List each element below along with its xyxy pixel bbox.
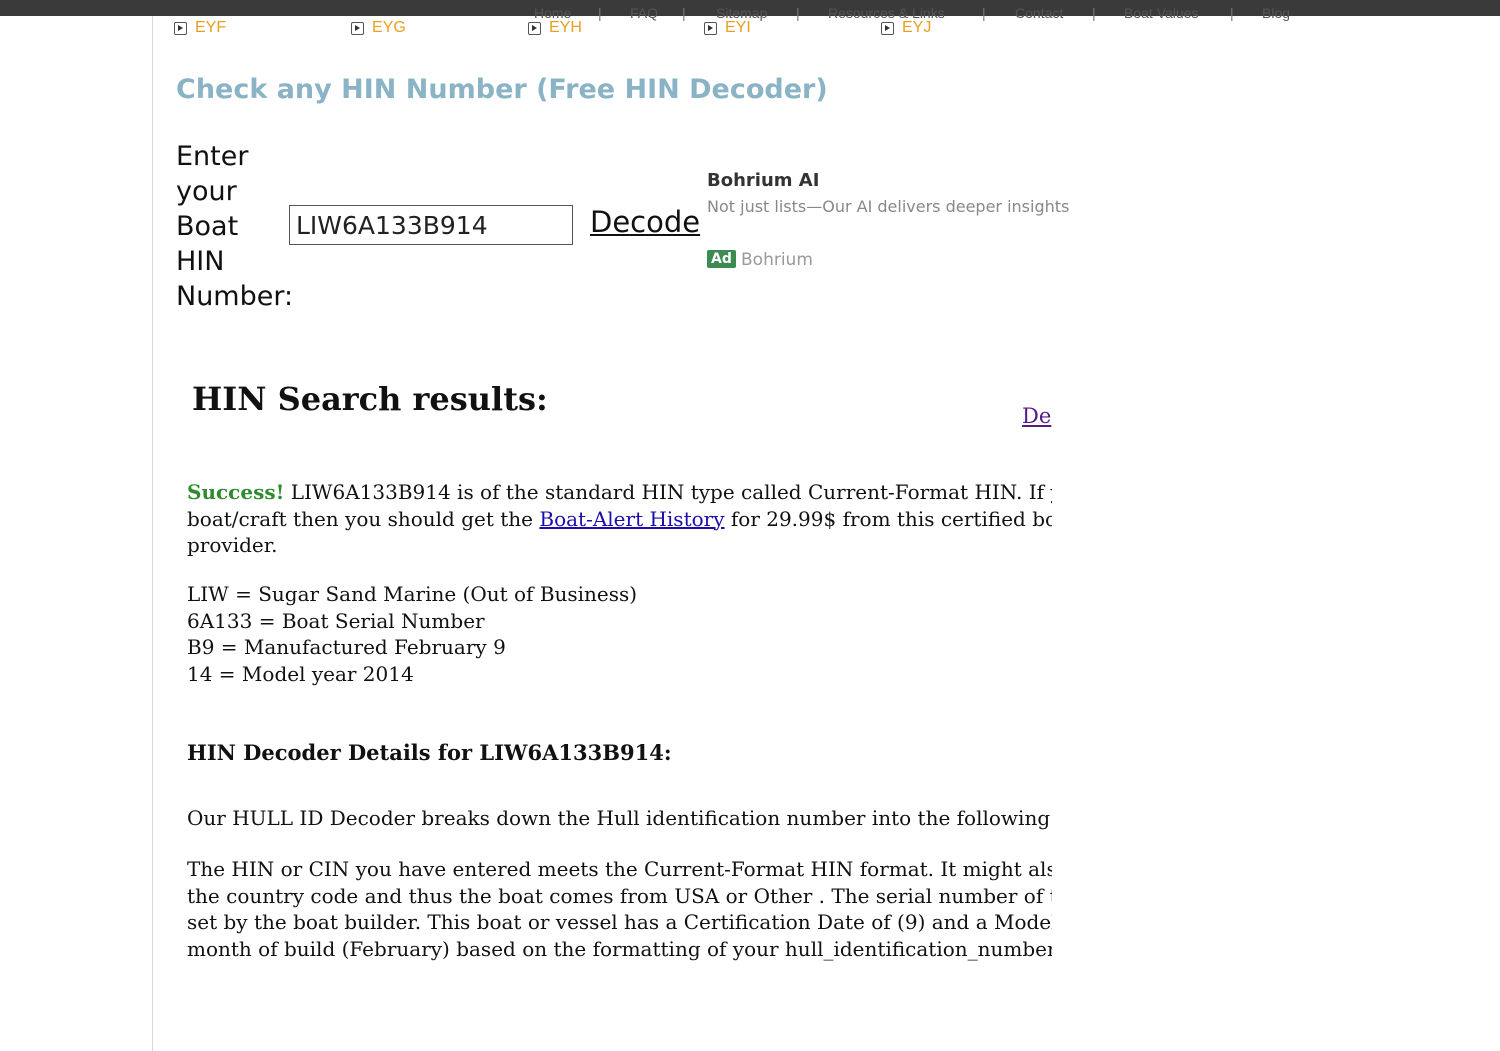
success-line: Success! LIW6A133B914 is of the standard… (187, 479, 1052, 506)
prefix-links-row: EYF EYG EYH EYI EYJ (174, 19, 1074, 41)
hin-label-line: Enter (176, 141, 249, 172)
nav-item-boat-values[interactable]: Boat Values (1124, 5, 1198, 21)
hin-label-line: Number: (176, 281, 294, 312)
prefix-link-eyf[interactable]: EYF (174, 19, 226, 37)
arrow-box-icon (704, 21, 717, 35)
nav-separator: | (1092, 5, 1096, 21)
details-line: the country code and thus the boat comes… (187, 883, 1052, 908)
hin-input[interactable] (289, 205, 573, 245)
prefix-link-label: EYG (372, 19, 406, 36)
hin-label-line: HIN (176, 246, 225, 277)
success-text: for 29.99$ from this certified boat hist (730, 506, 1052, 531)
ad-title[interactable]: Bohrium AI (707, 170, 819, 191)
decoded-segments: LIW = Sugar Sand Marine (Out of Business… (187, 581, 637, 687)
details-line: month of build (February) based on the f… (187, 936, 1052, 961)
decoded-item: B9 = Manufactured February 9 (187, 635, 506, 659)
success-text: LIW6A133B914 is of the standard HIN type… (284, 480, 1052, 504)
left-column-divider (152, 16, 153, 1051)
prefix-link-eyj[interactable]: EYJ (881, 19, 931, 37)
nav-item-blog[interactable]: Blog (1262, 5, 1290, 21)
details-intro: Our HULL ID Decoder breaks down the Hull… (187, 806, 1052, 830)
success-label: Success! (187, 480, 285, 504)
prefix-link-label: EYH (549, 19, 582, 36)
ad-source[interactable]: Bohrium (741, 250, 813, 270)
ad-description: Not just lists—Our AI delivers deeper in… (707, 197, 1070, 216)
success-text: boat/craft then you should get the (187, 506, 540, 531)
arrow-box-icon (528, 21, 541, 35)
ad-badge: Ad (707, 250, 736, 268)
details-line: set by the boat builder. This boat or ve… (187, 910, 1052, 934)
boat-alert-history-link[interactable]: Boat-Alert History (539, 507, 724, 531)
prefix-link-eyi[interactable]: EYI (704, 19, 751, 37)
nav-separator: | (1230, 5, 1234, 21)
results-heading: HIN Search results: (192, 380, 548, 418)
ad-unit[interactable]: Bohrium AI Not just lists—Our AI deliver… (707, 170, 1070, 280)
prefix-link-eyh[interactable]: EYH (528, 19, 582, 37)
arrow-box-icon (351, 21, 364, 35)
decoded-item: 6A133 = Boat Serial Number (187, 608, 485, 633)
prefix-link-label: EYF (195, 19, 227, 36)
decode-button[interactable]: Decode (590, 205, 700, 239)
arrow-box-icon (881, 21, 894, 35)
hin-label-line: your (176, 176, 237, 207)
prefix-link-label: EYJ (902, 19, 932, 36)
success-line: provider. (187, 533, 278, 557)
details-heading: HIN Decoder Details for LIW6A133B914: (187, 740, 672, 765)
page-title: Check any HIN Number (Free HIN Decoder) (176, 74, 828, 105)
prefix-link-label: EYI (725, 19, 751, 36)
decoded-item: LIW = Sugar Sand Marine (Out of Business… (187, 582, 638, 606)
arrow-box-icon (174, 21, 187, 35)
details-line: The HIN or CIN you have entered meets th… (187, 857, 1052, 881)
success-line: boat/craft then you should get the Boat-… (187, 506, 1052, 533)
hin-field-label: Enter your Boat HIN Number: (176, 139, 294, 314)
results-panel: HIN Search results: De Success! LIW6A133… (187, 380, 1052, 980)
prefix-link-eyg[interactable]: EYG (351, 19, 406, 37)
results-side-link[interactable]: De (1022, 404, 1051, 428)
hin-label-line: Boat (176, 211, 239, 242)
decoded-item: 14 = Model year 2014 (187, 661, 414, 686)
